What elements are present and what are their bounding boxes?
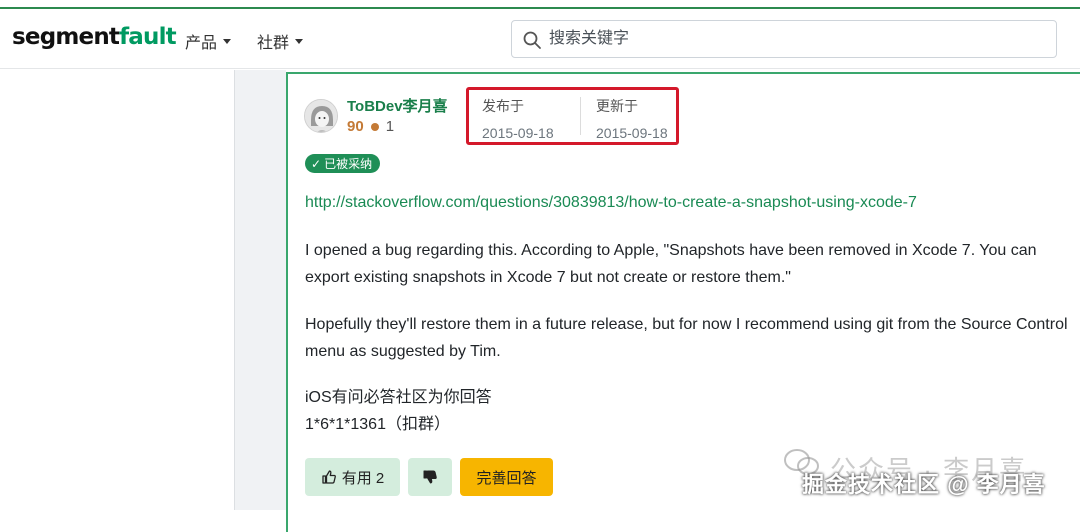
updated-date: 2015-09-18 [596, 125, 668, 141]
search-input[interactable] [549, 27, 1039, 51]
author-reputation: 90 1 [347, 118, 394, 135]
logo-text-fault: fault [119, 24, 177, 50]
chevron-down-icon [223, 38, 232, 44]
author-name-link[interactable]: ToBDev李月喜 [347, 95, 448, 116]
watermark-juejin: 掘金技术社区 @ 李月喜 [802, 472, 1046, 497]
date-divider [580, 97, 581, 135]
published-info: 发布于 2015-09-18 [482, 96, 554, 141]
upvote-button[interactable]: 有用 2 [305, 458, 400, 496]
nav-community-label: 社群 [257, 35, 290, 52]
answer-paragraph-1: I opened a bug regarding this. According… [305, 242, 1037, 286]
nav-products-label: 产品 [185, 35, 218, 52]
improve-answer-label: 完善回答 [476, 469, 537, 487]
answer-paragraph-2: Hopefully they'll restore them in a futu… [305, 316, 1068, 360]
avatar[interactable] [304, 99, 338, 133]
answer-paragraph-3: iOS有问必答社区为你回答 1*6*1*1361（扣群） [305, 384, 1077, 438]
group-number-line: 1*6*1*1361（扣群） [305, 416, 450, 433]
chevron-down-icon [295, 38, 304, 44]
site-logo[interactable]: segmentfault [12, 24, 177, 50]
upvote-label: 有用 2 [341, 469, 385, 487]
search-icon [523, 31, 541, 49]
logo-text-segment: segment [12, 24, 120, 50]
accepted-label: 已被采纳 [324, 157, 373, 171]
updated-label: 更新于 [596, 98, 638, 114]
accepted-badge: ✓ 已被采纳 [305, 154, 381, 173]
search-box[interactable] [511, 20, 1057, 58]
thumbs-down-icon [423, 470, 437, 484]
answer-link[interactable]: http://stackoverflow.com/questions/30839… [305, 194, 917, 212]
published-date: 2015-09-18 [482, 125, 554, 141]
reputation-value: 90 [347, 118, 364, 135]
badge-count: 1 [385, 118, 395, 135]
downvote-button[interactable] [408, 458, 452, 496]
thumbs-up-icon [322, 470, 336, 484]
dates-highlight-box: 发布于 2015-09-18 更新于 2015-09-18 [466, 87, 679, 145]
check-icon: ✓ [311, 156, 322, 171]
bronze-badge-icon [370, 122, 379, 131]
nav-products-menu[interactable]: 产品 [185, 29, 232, 53]
top-navbar: segmentfault 产品 社群 [0, 9, 1080, 69]
published-label: 发布于 [482, 98, 524, 114]
nav-community-menu[interactable]: 社群 [257, 29, 304, 53]
community-line: iOS有问必答社区为你回答 [305, 389, 492, 406]
improve-answer-button[interactable]: 完善回答 [460, 458, 553, 496]
updated-info: 更新于 2015-09-18 [596, 96, 668, 141]
left-gutter [234, 70, 286, 510]
